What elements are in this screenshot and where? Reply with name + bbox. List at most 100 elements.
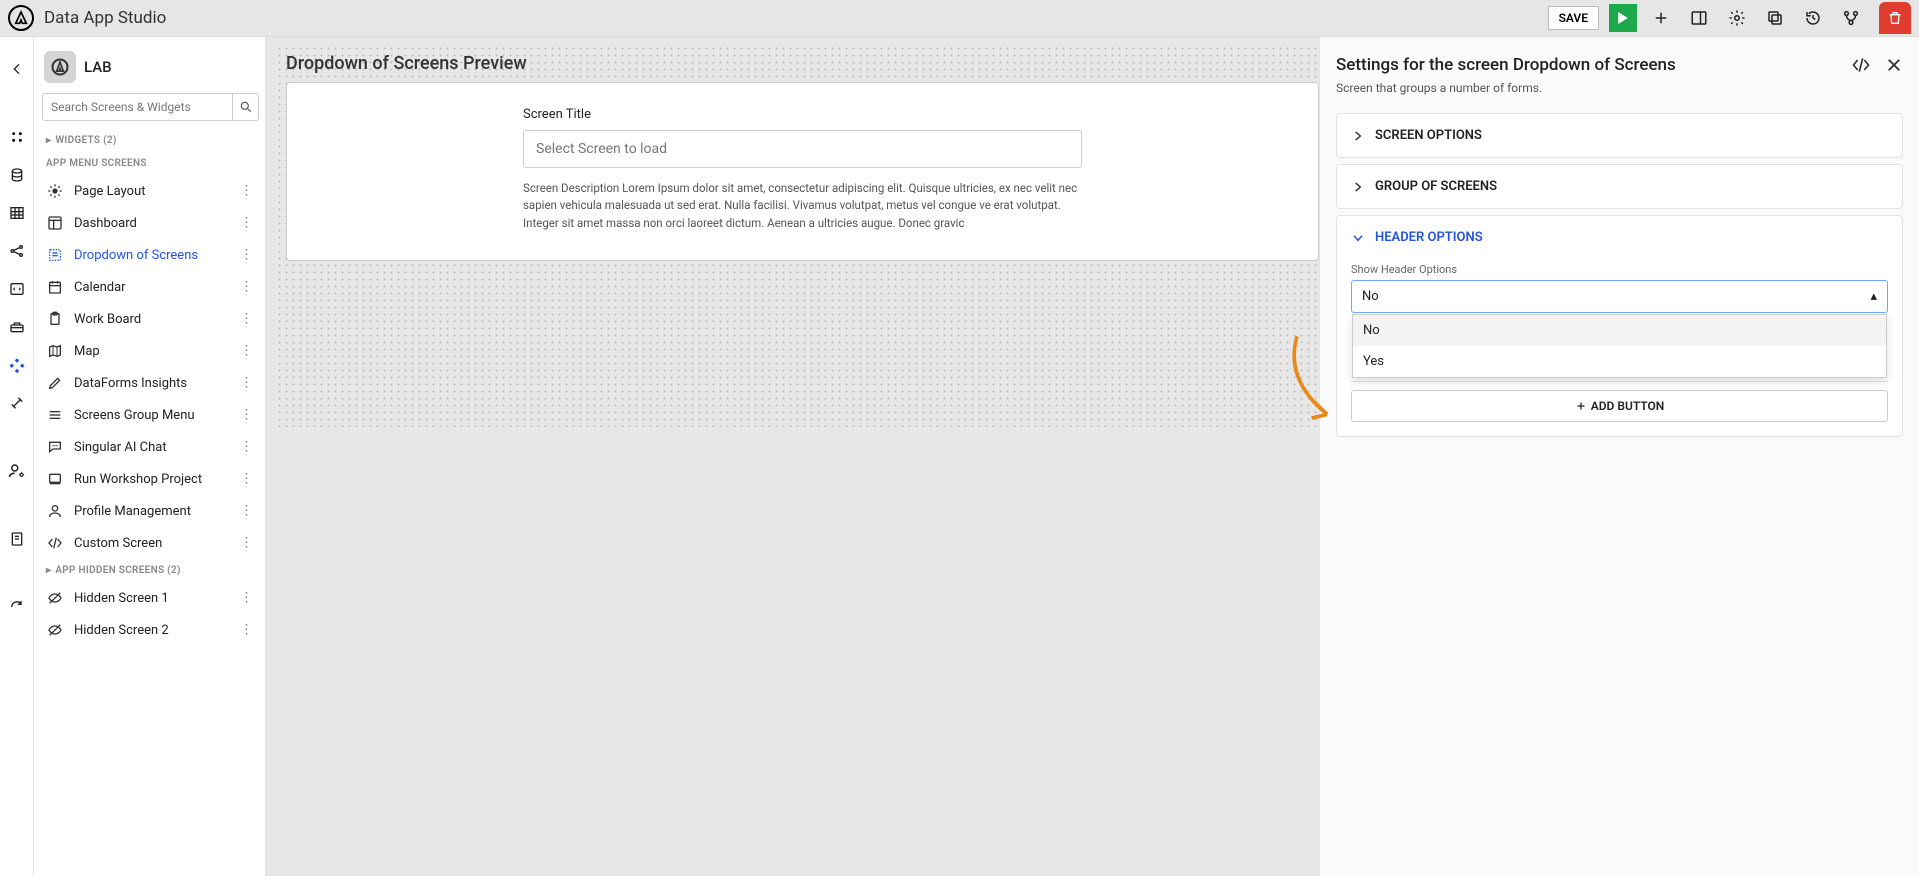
- more-icon[interactable]: ⋮: [234, 502, 259, 521]
- preview-title: Dropdown of Screens Preview: [286, 53, 1319, 74]
- accordion-header-options[interactable]: HEADER OPTIONS: [1337, 216, 1902, 259]
- nav-ai-chat[interactable]: Singular AI Chat ⋮: [42, 431, 259, 463]
- settings-subtitle: Screen that groups a number of forms.: [1336, 81, 1903, 95]
- nav-calendar[interactable]: Calendar ⋮: [42, 271, 259, 303]
- code-toggle-button[interactable]: [1851, 55, 1871, 75]
- user-icon: [46, 503, 64, 519]
- nav-dropdown-of-screens[interactable]: Dropdown of Screens ⋮: [42, 239, 259, 271]
- panel-button[interactable]: [1685, 4, 1713, 32]
- rail-toolbox-icon[interactable]: [7, 317, 27, 337]
- screen-description: Screen Description Lorem Ipsum dolor sit…: [523, 180, 1082, 232]
- accordion-screen-options[interactable]: SCREEN OPTIONS: [1337, 114, 1902, 157]
- rail-database-icon[interactable]: [7, 165, 27, 185]
- add-button[interactable]: [1647, 4, 1675, 32]
- branch-button[interactable]: [1837, 4, 1865, 32]
- nav-page-layout[interactable]: Page Layout ⋮: [42, 175, 259, 207]
- nav-label: Page Layout: [74, 184, 146, 199]
- dashboard-icon: [46, 215, 64, 231]
- page-title: Data App Studio: [44, 8, 166, 28]
- eye-off-icon: [46, 622, 64, 638]
- nav-dataforms[interactable]: DataForms Insights ⋮: [42, 367, 259, 399]
- nav-label: Run Workshop Project: [74, 472, 202, 487]
- nav-label: Dashboard: [74, 216, 137, 231]
- dropdown-menu: No Yes: [1352, 314, 1887, 378]
- save-button[interactable]: SAVE: [1548, 6, 1599, 30]
- device-icon: [46, 471, 64, 487]
- rail-refresh-icon[interactable]: [7, 597, 27, 617]
- more-icon[interactable]: ⋮: [234, 621, 259, 640]
- close-button[interactable]: [1885, 56, 1903, 74]
- nav-dashboard[interactable]: Dashboard ⋮: [42, 207, 259, 239]
- more-icon[interactable]: ⋮: [234, 214, 259, 233]
- nav-label: Screens Group Menu: [74, 408, 195, 423]
- pencil-icon: [46, 375, 64, 391]
- dropdown-option-no[interactable]: No: [1353, 315, 1886, 346]
- show-header-label: Show Header Options: [1351, 263, 1888, 276]
- rail-table-icon[interactable]: [7, 203, 27, 223]
- nav-label: Hidden Screen 2: [74, 623, 169, 638]
- rail-dots-icon[interactable]: [7, 127, 27, 147]
- screen-select[interactable]: Select Screen to load: [523, 130, 1082, 168]
- settings-button[interactable]: [1723, 4, 1751, 32]
- nav-map[interactable]: Map ⋮: [42, 335, 259, 367]
- rail-tools-icon[interactable]: [7, 393, 27, 413]
- copy-button[interactable]: [1761, 4, 1789, 32]
- calendar-icon: [46, 279, 64, 295]
- nav-work-board[interactable]: Work Board ⋮: [42, 303, 259, 335]
- rail-usergear-icon[interactable]: [7, 461, 27, 481]
- nav-custom-screen[interactable]: Custom Screen ⋮: [42, 527, 259, 559]
- settings-title: Settings for the screen Dropdown of Scre…: [1336, 55, 1676, 75]
- clipboard-icon: [46, 311, 64, 327]
- search-button[interactable]: [232, 94, 258, 120]
- widgets-section[interactable]: ▸WIDGETS (2): [42, 129, 259, 152]
- rail-apps-icon[interactable]: [7, 355, 27, 375]
- app-icon: [44, 51, 76, 83]
- dropdown-option-yes[interactable]: Yes: [1353, 346, 1886, 377]
- hidden-screens-section[interactable]: ▸APP HIDDEN SCREENS (2): [42, 559, 259, 582]
- preview-box: Screen Title Select Screen to load Scree…: [286, 82, 1319, 261]
- more-icon[interactable]: ⋮: [234, 374, 259, 393]
- more-icon[interactable]: ⋮: [234, 342, 259, 361]
- nav-label: DataForms Insights: [74, 376, 187, 391]
- field-label: Screen Title: [523, 107, 1082, 122]
- code-icon: [46, 535, 64, 551]
- nav-label: Map: [74, 344, 100, 359]
- nav-profile[interactable]: Profile Management ⋮: [42, 495, 259, 527]
- nav-run-workshop[interactable]: Run Workshop Project ⋮: [42, 463, 259, 495]
- accordion-group-of-screens[interactable]: GROUP OF SCREENS: [1337, 165, 1902, 208]
- nav-hidden-2[interactable]: Hidden Screen 2 ⋮: [42, 614, 259, 646]
- search-input[interactable]: [43, 94, 232, 120]
- nav-label: Singular AI Chat: [74, 440, 167, 455]
- history-button[interactable]: [1799, 4, 1827, 32]
- chat-icon: [46, 439, 64, 455]
- more-icon[interactable]: ⋮: [234, 406, 259, 425]
- delete-button[interactable]: [1879, 2, 1911, 34]
- nav-label: Custom Screen: [74, 536, 162, 551]
- nav-label: Hidden Screen 1: [74, 591, 169, 606]
- add-button-row[interactable]: ADD BUTTON: [1351, 390, 1888, 422]
- app-label: LAB: [84, 58, 112, 76]
- more-icon[interactable]: ⋮: [234, 246, 259, 265]
- nav-label: Calendar: [74, 280, 126, 295]
- map-icon: [46, 343, 64, 359]
- nav-hidden-1[interactable]: Hidden Screen 1 ⋮: [42, 582, 259, 614]
- more-icon[interactable]: ⋮: [234, 534, 259, 553]
- more-icon[interactable]: ⋮: [234, 589, 259, 608]
- more-icon[interactable]: ⋮: [234, 278, 259, 297]
- menu-screens-section: APP MENU SCREENS: [42, 152, 259, 175]
- app-logo: [8, 5, 34, 31]
- play-button[interactable]: [1609, 4, 1637, 32]
- more-icon[interactable]: ⋮: [234, 438, 259, 457]
- more-icon[interactable]: ⋮: [234, 182, 259, 201]
- sun-icon: [46, 183, 64, 199]
- nav-label: Profile Management: [74, 504, 191, 519]
- eye-off-icon: [46, 590, 64, 606]
- more-icon[interactable]: ⋮: [234, 310, 259, 329]
- rail-back[interactable]: [7, 59, 27, 79]
- rail-book-icon[interactable]: [7, 529, 27, 549]
- show-header-dropdown[interactable]: No ▴ No Yes: [1351, 280, 1888, 313]
- rail-share-icon[interactable]: [7, 241, 27, 261]
- nav-screens-group[interactable]: Screens Group Menu ⋮: [42, 399, 259, 431]
- rail-code-icon[interactable]: [7, 279, 27, 299]
- more-icon[interactable]: ⋮: [234, 470, 259, 489]
